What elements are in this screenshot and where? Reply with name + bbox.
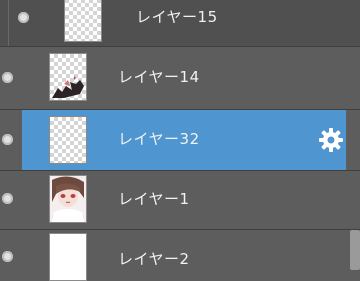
layer-thumbnail — [49, 53, 87, 101]
layer-row-2[interactable]: レイヤー2 — [0, 230, 360, 281]
layer-thumbnail — [49, 175, 87, 223]
visibility-toggle-icon[interactable] — [2, 72, 13, 83]
layer-row-14[interactable]: レイヤー14 — [0, 47, 360, 109]
layer-name: レイヤー15 — [136, 8, 218, 26]
scrollbar-thumb[interactable] — [350, 230, 360, 270]
layer-row-15[interactable]: レイヤー15 — [0, 0, 360, 46]
layer-name: レイヤー2 — [118, 250, 190, 268]
layer-name: レイヤー14 — [118, 68, 200, 86]
character-portrait-icon — [50, 176, 86, 222]
gear-icon[interactable] — [318, 127, 344, 153]
visibility-toggle-icon[interactable] — [2, 134, 13, 145]
layer-thumbnail — [49, 233, 87, 281]
layer-name: レイヤー1 — [118, 190, 190, 208]
visibility-toggle-icon[interactable] — [18, 12, 29, 23]
artwork-thumbnail-icon — [52, 76, 84, 98]
visibility-toggle-icon[interactable] — [2, 193, 13, 204]
layer-thumbnail — [64, 0, 102, 42]
layer-name: レイヤー32 — [118, 130, 200, 148]
layer-row-1[interactable]: レイヤー1 — [0, 171, 360, 229]
layer-row-32-selected[interactable]: レイヤー32 — [0, 110, 360, 170]
group-indent-line — [8, 0, 9, 46]
layer-thumbnail — [49, 116, 87, 164]
visibility-toggle-icon[interactable] — [2, 251, 13, 262]
